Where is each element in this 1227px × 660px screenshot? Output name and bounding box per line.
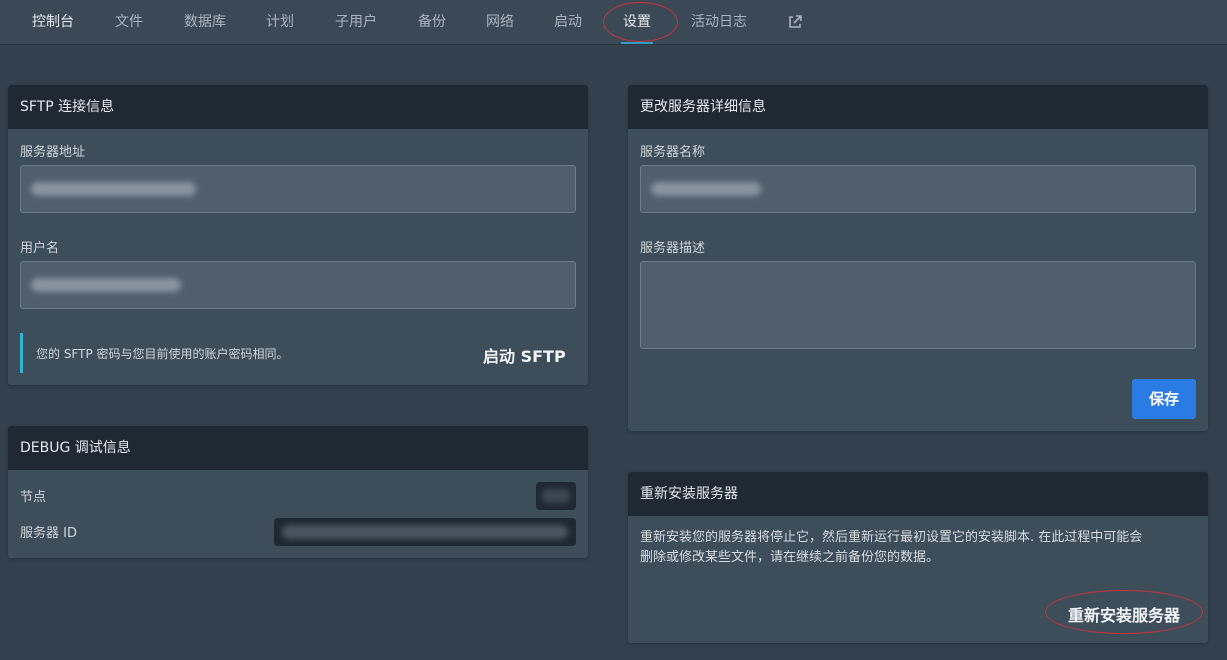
top-navigation: 控制台 文件 数据库 计划 子用户 备份 网络 启动 设置 活动日志 xyxy=(0,0,1227,45)
sftp-card-title: SFTP 连接信息 xyxy=(8,85,588,129)
server-details-title: 更改服务器详细信息 xyxy=(628,85,1208,129)
redacted-server-id xyxy=(282,525,568,539)
tab-databases[interactable]: 数据库 xyxy=(184,0,226,44)
username-label: 用户名 xyxy=(20,241,60,256)
redacted-node xyxy=(542,489,570,503)
server-name-label: 服务器名称 xyxy=(640,145,706,160)
redacted-server-name xyxy=(651,182,761,196)
username-field[interactable] xyxy=(20,261,576,309)
node-label: 节点 xyxy=(20,490,47,505)
server-name-input[interactable] xyxy=(640,165,1196,213)
node-value xyxy=(536,482,576,510)
server-description-label: 服务器描述 xyxy=(640,241,706,256)
debug-card: DEBUG 调试信息 节点 服务器 ID xyxy=(8,426,588,558)
reinstall-card-title: 重新安装服务器 xyxy=(628,472,1208,516)
note-accent-bar xyxy=(20,333,23,373)
tab-backups[interactable]: 备份 xyxy=(418,0,446,44)
reinstall-description-line2: 删除或修改某些文件，请在继续之前备份您的数据。 xyxy=(640,550,940,565)
tab-subusers[interactable]: 子用户 xyxy=(335,0,377,44)
reinstall-server-button[interactable]: 重新安装服务器 xyxy=(1068,602,1180,626)
launch-sftp-button[interactable]: 启动 SFTP xyxy=(483,343,566,367)
sftp-password-note: 您的 SFTP 密码与您目前使用的账户密码相同。 xyxy=(36,347,289,361)
tab-activity-log[interactable]: 活动日志 xyxy=(691,0,747,44)
sftp-card: SFTP 连接信息 服务器地址 用户名 您的 SFTP 密码与您目前使用的账户密… xyxy=(8,85,588,385)
reinstall-description-line1: 重新安装您的服务器将停止它，然后重新运行最初设置它的安装脚本. 在此过程中可能会 xyxy=(640,530,1143,545)
external-link-icon[interactable] xyxy=(787,14,803,30)
reinstall-card: 重新安装服务器 重新安装您的服务器将停止它，然后重新运行最初设置它的安装脚本. … xyxy=(628,472,1208,643)
save-button[interactable]: 保存 xyxy=(1132,379,1196,419)
server-details-card: 更改服务器详细信息 服务器名称 服务器描述 保存 xyxy=(628,85,1208,431)
tab-files[interactable]: 文件 xyxy=(115,0,143,44)
tab-startup[interactable]: 启动 xyxy=(554,0,582,44)
tab-network[interactable]: 网络 xyxy=(486,0,514,44)
tab-console[interactable]: 控制台 xyxy=(32,0,74,44)
server-address-label: 服务器地址 xyxy=(20,145,86,160)
server-description-textarea[interactable] xyxy=(640,261,1196,349)
server-id-value xyxy=(274,518,576,546)
tab-schedules[interactable]: 计划 xyxy=(266,0,294,44)
redacted-username xyxy=(31,278,181,292)
debug-card-title: DEBUG 调试信息 xyxy=(8,426,588,470)
server-id-label: 服务器 ID xyxy=(20,526,77,541)
redacted-address xyxy=(31,182,196,196)
tab-settings[interactable]: 设置 xyxy=(621,0,653,44)
server-address-field[interactable] xyxy=(20,165,576,213)
